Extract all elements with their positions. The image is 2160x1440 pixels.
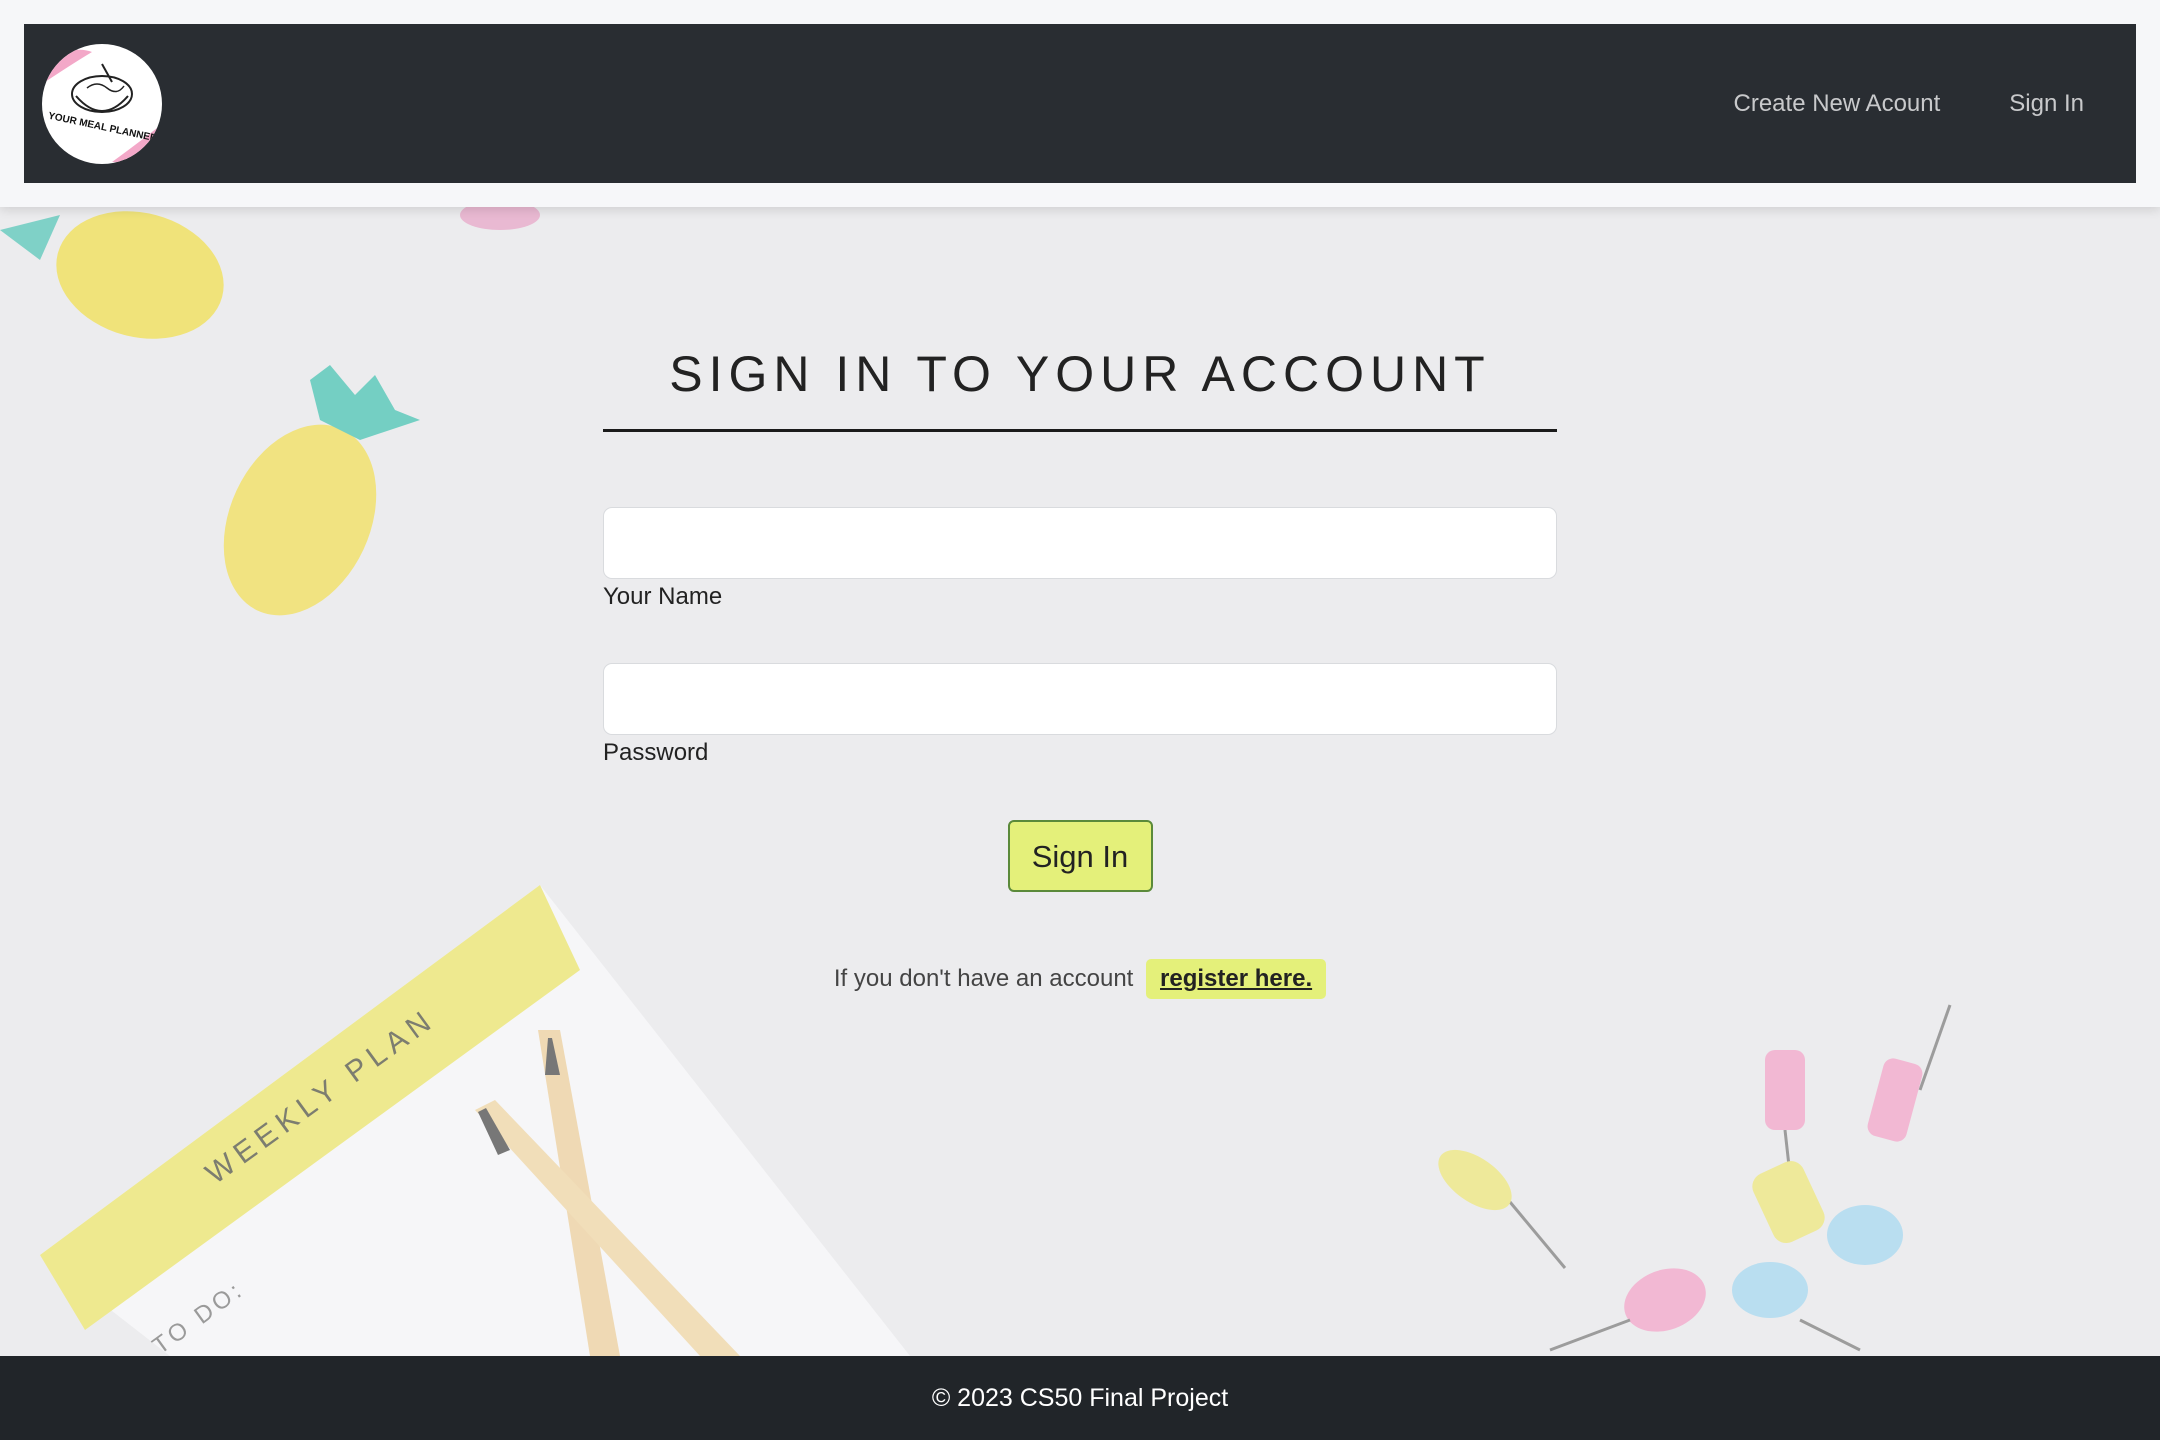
name-field-group: Your Name <box>603 507 1557 611</box>
logo-text: YOUR MEAL PLANNER <box>47 111 159 145</box>
footer: © 2023 CS50 Final Project <box>0 1356 2160 1440</box>
page-title: SIGN IN TO YOUR ACCOUNT <box>603 345 1557 432</box>
navbar-container: YOUR MEAL PLANNER Create New Acount Sign… <box>0 0 2160 207</box>
register-prompt: If you don't have an account <box>833 965 1134 992</box>
app-logo[interactable]: YOUR MEAL PLANNER <box>42 44 162 164</box>
navbar: YOUR MEAL PLANNER Create New Acount Sign… <box>24 24 2136 183</box>
password-field-group: Password <box>603 663 1557 767</box>
footer-text: © 2023 CS50 Final Project <box>931 1384 1229 1412</box>
name-input[interactable] <box>603 507 1557 579</box>
password-label: Password <box>603 739 709 766</box>
sign-in-button[interactable]: Sign In <box>1007 820 1153 892</box>
register-row: If you don't have an account register he… <box>603 959 1557 999</box>
nav-links: Create New Acount Sign In <box>1734 24 2085 183</box>
nav-create-account-link[interactable]: Create New Acount <box>1734 90 1941 118</box>
password-input[interactable] <box>603 663 1557 735</box>
register-link[interactable]: register here. <box>1146 959 1327 999</box>
sign-in-form: SIGN IN TO YOUR ACCOUNT Your Name Passwo… <box>603 345 1557 999</box>
nav-sign-in-link[interactable]: Sign In <box>2009 90 2084 118</box>
submit-row: Sign In <box>603 820 1557 892</box>
name-label: Your Name <box>603 583 723 610</box>
